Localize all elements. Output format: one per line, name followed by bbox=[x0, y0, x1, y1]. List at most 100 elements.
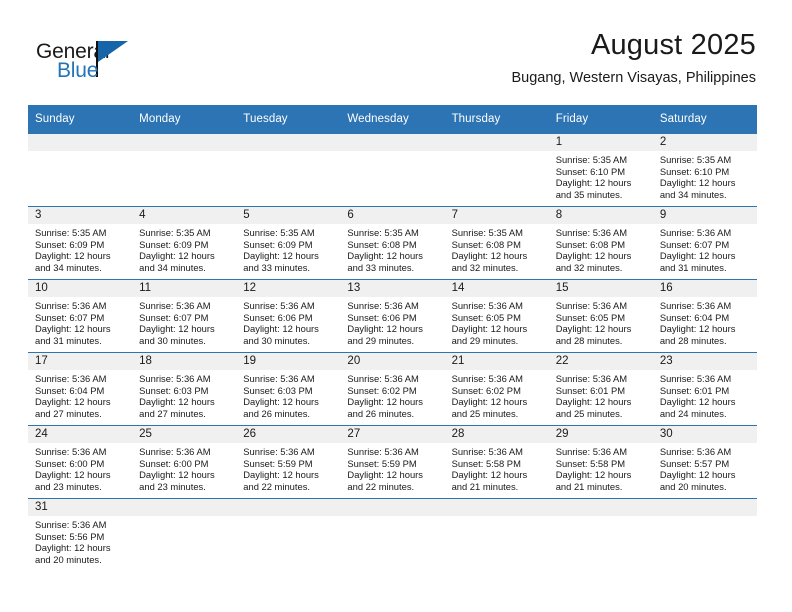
calendar-day-cell[interactable]: 13 Sunrise: 5:36 AM Sunset: 6:06 PM Dayligh… bbox=[340, 279, 445, 353]
sunset-text: Sunset: 6:04 PM bbox=[35, 384, 105, 396]
daylight-text-line1: Daylight: 12 hours bbox=[451, 323, 528, 335]
day-details: Sunrise: 5:36 AM Sunset: 6:02 PM Daylight:… bbox=[445, 370, 549, 419]
calendar-week-row: 24 Sunrise: 5:36 AM Sunset: 6:00 PM Dayligh… bbox=[28, 425, 757, 499]
calendar-day-cell[interactable]: 19 Sunrise: 5:36 AM Sunset: 6:03 PM Dayligh… bbox=[236, 352, 341, 426]
day-number bbox=[340, 499, 445, 516]
day-number: 13 bbox=[340, 280, 445, 297]
calendar-day-cell[interactable]: 15 Sunrise: 5:36 AM Sunset: 6:05 PM Dayligh… bbox=[548, 279, 653, 353]
calendar-day-cell-empty bbox=[652, 498, 757, 571]
daylight-text-line2: and 29 minutes. bbox=[347, 334, 415, 346]
sunset-text: Sunset: 6:02 PM bbox=[451, 384, 521, 396]
day-details: Sunrise: 5:36 AM Sunset: 6:00 PM Daylight:… bbox=[28, 443, 132, 492]
calendar-day-cell[interactable]: 26 Sunrise: 5:36 AM Sunset: 5:59 PM Dayligh… bbox=[236, 425, 341, 499]
calendar-day-cell[interactable]: 21 Sunrise: 5:36 AM Sunset: 6:02 PM Dayligh… bbox=[444, 352, 549, 426]
calendar-day-cell[interactable]: 20 Sunrise: 5:36 AM Sunset: 6:02 PM Dayligh… bbox=[340, 352, 445, 426]
day-number: 21 bbox=[444, 353, 549, 370]
daylight-text-line1: Daylight: 12 hours bbox=[347, 469, 423, 481]
sunrise-text: Sunrise: 5:36 AM bbox=[139, 446, 211, 457]
day-details: Sunrise: 5:35 AM Sunset: 6:10 PM Daylight:… bbox=[549, 151, 653, 200]
calendar-week-row: 31 Sunrise: 5:36 AM Sunset: 5:56 PM Dayligh… bbox=[28, 498, 757, 571]
sunrise-text: Sunrise: 5:36 AM bbox=[139, 373, 211, 384]
calendar-day-cell[interactable]: 9 Sunrise: 5:36 AM Sunset: 6:07 PM Daylight… bbox=[652, 206, 757, 280]
calendar-day-cell[interactable]: 1 Sunrise: 5:35 AM Sunset: 6:10 PM Daylight… bbox=[548, 133, 653, 207]
sunset-text: Sunset: 5:59 PM bbox=[243, 457, 313, 469]
calendar-day-cell[interactable]: 18 Sunrise: 5:36 AM Sunset: 6:03 PM Dayligh… bbox=[132, 352, 237, 426]
calendar-day-cell[interactable]: 29 Sunrise: 5:36 AM Sunset: 5:58 PM Dayligh… bbox=[548, 425, 653, 499]
calendar-week-row: 17 Sunrise: 5:36 AM Sunset: 6:04 PM Dayligh… bbox=[28, 352, 757, 426]
daylight-text-line2: and 26 minutes. bbox=[347, 407, 415, 419]
day-details: Sunrise: 5:35 AM Sunset: 6:09 PM Daylight:… bbox=[236, 224, 340, 273]
day-details: Sunrise: 5:36 AM Sunset: 6:07 PM Daylight:… bbox=[28, 297, 132, 346]
sunset-text: Sunset: 5:57 PM bbox=[659, 457, 730, 469]
sunset-text: Sunset: 6:07 PM bbox=[139, 311, 209, 323]
daylight-text-line2: and 34 minutes. bbox=[659, 188, 727, 200]
calendar-day-cell[interactable]: 10 Sunrise: 5:36 AM Sunset: 6:07 PM Dayligh… bbox=[28, 279, 133, 353]
daylight-text-line2: and 23 minutes. bbox=[139, 480, 206, 492]
sunrise-text: Sunrise: 5:36 AM bbox=[347, 446, 419, 457]
sunrise-text: Sunrise: 5:36 AM bbox=[659, 300, 732, 311]
sunrise-text: Sunrise: 5:36 AM bbox=[243, 373, 315, 384]
calendar-day-cell-empty bbox=[340, 498, 445, 571]
calendar-day-cell[interactable]: 22 Sunrise: 5:36 AM Sunset: 6:01 PM Dayligh… bbox=[548, 352, 653, 426]
calendar-day-cell[interactable]: 4 Sunrise: 5:35 AM Sunset: 6:09 PM Daylight… bbox=[132, 206, 237, 280]
sunset-text: Sunset: 6:00 PM bbox=[35, 457, 105, 469]
calendar-day-cell[interactable]: 27 Sunrise: 5:36 AM Sunset: 5:59 PM Dayligh… bbox=[340, 425, 445, 499]
calendar-day-cell[interactable]: 17 Sunrise: 5:36 AM Sunset: 6:04 PM Dayligh… bbox=[28, 352, 133, 426]
calendar-day-cell-empty bbox=[444, 133, 549, 207]
calendar-day-cell[interactable]: 5 Sunrise: 5:35 AM Sunset: 6:09 PM Daylight… bbox=[236, 206, 341, 280]
sunset-text: Sunset: 6:10 PM bbox=[555, 165, 626, 177]
calendar-day-cell[interactable]: 16 Sunrise: 5:36 AM Sunset: 6:04 PM Dayligh… bbox=[652, 279, 757, 353]
day-number: 16 bbox=[652, 280, 757, 297]
calendar-day-cell[interactable]: 7 Sunrise: 5:35 AM Sunset: 6:08 PM Daylight… bbox=[444, 206, 549, 280]
daylight-text-line1: Daylight: 12 hours bbox=[659, 323, 736, 335]
calendar-day-cell[interactable]: 25 Sunrise: 5:36 AM Sunset: 6:00 PM Dayligh… bbox=[132, 425, 237, 499]
sunrise-text: Sunrise: 5:36 AM bbox=[451, 373, 523, 384]
sunset-text: Sunset: 6:05 PM bbox=[555, 311, 626, 323]
daylight-text-line1: Daylight: 12 hours bbox=[243, 396, 319, 408]
daylight-text-line1: Daylight: 12 hours bbox=[139, 323, 215, 335]
daylight-text-line1: Daylight: 12 hours bbox=[243, 323, 319, 335]
daylight-text-line1: Daylight: 12 hours bbox=[35, 396, 111, 408]
day-number bbox=[236, 134, 341, 151]
weekday-header-monday: Monday bbox=[132, 105, 237, 134]
sunset-text: Sunset: 6:04 PM bbox=[659, 311, 730, 323]
sunset-text: Sunset: 6:03 PM bbox=[139, 384, 209, 396]
daylight-text-line2: and 33 minutes. bbox=[243, 261, 310, 273]
day-number: 20 bbox=[340, 353, 445, 370]
day-number: 25 bbox=[132, 426, 237, 443]
weekday-header-thursday: Thursday bbox=[444, 105, 549, 134]
sunrise-text: Sunrise: 5:36 AM bbox=[139, 300, 211, 311]
calendar-day-cell[interactable]: 23 Sunrise: 5:36 AM Sunset: 6:01 PM Dayligh… bbox=[652, 352, 757, 426]
calendar-day-cell[interactable]: 30 Sunrise: 5:36 AM Sunset: 5:57 PM Dayligh… bbox=[652, 425, 757, 499]
daylight-text-line2: and 21 minutes. bbox=[555, 480, 623, 492]
day-details: Sunrise: 5:36 AM Sunset: 6:04 PM Daylight:… bbox=[28, 370, 132, 419]
daylight-text-line1: Daylight: 12 hours bbox=[243, 469, 319, 481]
calendar-day-cell[interactable]: 28 Sunrise: 5:36 AM Sunset: 5:58 PM Dayligh… bbox=[444, 425, 549, 499]
daylight-text-line2: and 25 minutes. bbox=[451, 407, 519, 419]
calendar-day-cell[interactable]: 6 Sunrise: 5:35 AM Sunset: 6:08 PM Daylight… bbox=[340, 206, 445, 280]
daylight-text-line1: Daylight: 12 hours bbox=[347, 323, 423, 335]
day-number bbox=[444, 499, 549, 516]
calendar-day-cell[interactable]: 3 Sunrise: 5:35 AM Sunset: 6:09 PM Daylight… bbox=[28, 206, 133, 280]
calendar-day-cell[interactable]: 2 Sunrise: 5:35 AM Sunset: 6:10 PM Daylight… bbox=[652, 133, 757, 207]
sunset-text: Sunset: 6:02 PM bbox=[347, 384, 417, 396]
sunrise-text: Sunrise: 5:36 AM bbox=[555, 227, 628, 238]
day-number: 8 bbox=[548, 207, 653, 224]
calendar-day-cell[interactable]: 11 Sunrise: 5:36 AM Sunset: 6:07 PM Dayligh… bbox=[132, 279, 237, 353]
daylight-text-line2: and 33 minutes. bbox=[347, 261, 415, 273]
calendar-day-cell[interactable]: 31 Sunrise: 5:36 AM Sunset: 5:56 PM Dayligh… bbox=[28, 498, 133, 571]
calendar-day-cell[interactable]: 24 Sunrise: 5:36 AM Sunset: 6:00 PM Dayligh… bbox=[28, 425, 133, 499]
daylight-text-line1: Daylight: 12 hours bbox=[555, 469, 632, 481]
calendar-week-row: 1 Sunrise: 5:35 AM Sunset: 6:10 PM Daylight… bbox=[28, 133, 757, 207]
sunset-text: Sunset: 6:01 PM bbox=[555, 384, 626, 396]
day-details: Sunrise: 5:36 AM Sunset: 6:06 PM Daylight:… bbox=[236, 297, 340, 346]
daylight-text-line1: Daylight: 12 hours bbox=[659, 177, 736, 189]
day-details: Sunrise: 5:36 AM Sunset: 5:59 PM Daylight:… bbox=[236, 443, 340, 492]
calendar-day-cell[interactable]: 12 Sunrise: 5:36 AM Sunset: 6:06 PM Dayligh… bbox=[236, 279, 341, 353]
daylight-text-line1: Daylight: 12 hours bbox=[243, 250, 319, 262]
general-blue-logo[interactable]: General Blue bbox=[36, 40, 176, 90]
day-number bbox=[236, 499, 341, 516]
daylight-text-line1: Daylight: 12 hours bbox=[555, 177, 632, 189]
calendar-day-cell[interactable]: 8 Sunrise: 5:36 AM Sunset: 6:08 PM Daylight… bbox=[548, 206, 653, 280]
calendar-day-cell[interactable]: 14 Sunrise: 5:36 AM Sunset: 6:05 PM Dayligh… bbox=[444, 279, 549, 353]
